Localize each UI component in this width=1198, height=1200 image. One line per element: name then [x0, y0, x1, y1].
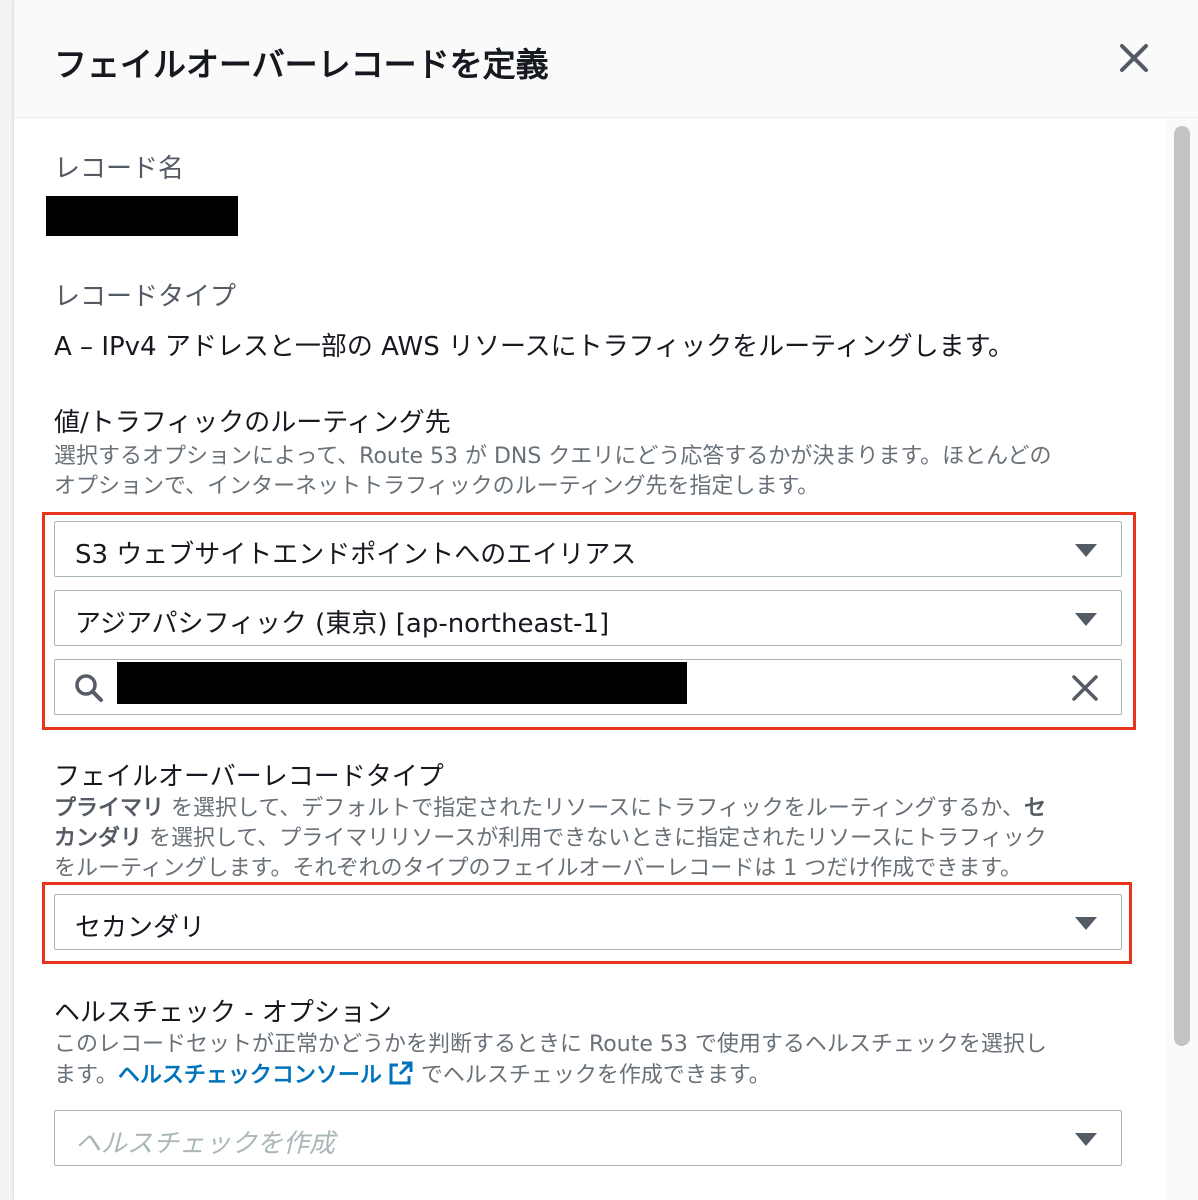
routing-desc-line2: オプションで、インターネットトラフィックのルーティング先を指定します。: [54, 474, 820, 499]
health-check-label: ヘルスチェック - オプション: [54, 998, 392, 1028]
health-check-description: このレコードセットが正常かどうかを判断するときに Route 53 で使用するヘ…: [54, 1030, 1124, 1095]
caret-down-icon: [1075, 1133, 1097, 1146]
modal-header: フェイルオーバーレコードを定義: [14, 0, 1198, 118]
background-page: [0, 0, 15, 1200]
close-icon[interactable]: [1114, 38, 1154, 78]
region-select[interactable]: アジアパシフィック (東京) [ap-northeast-1]: [54, 590, 1122, 646]
endpoint-type-value: S3 ウェブサイトエンドポイントへのエイリアス: [75, 540, 637, 570]
routing-target-label: 値/トラフィックのルーティング先: [54, 408, 451, 438]
failover-type-value: セカンダリ: [75, 913, 206, 943]
failover-desc-part1: を選択して、デフォルトで指定されたリソースにトラフィックをルーティングするか、: [164, 796, 1024, 821]
failover-desc-part2: を選択して、プライマリリソースが利用できないときに指定されたリソースにトラフィッ…: [142, 826, 1047, 851]
health-desc-line2a: ます。: [54, 1063, 118, 1088]
caret-down-icon: [1075, 544, 1097, 557]
health-desc-line1: このレコードセットが正常かどうかを判断するときに Route 53 で使用するヘ…: [54, 1032, 1047, 1057]
secondary-term-a: セ: [1023, 796, 1046, 821]
record-name-value-redacted: [46, 196, 238, 236]
failover-type-description: プライマリ を選択して、デフォルトで指定されたリソースにトラフィックをルーティン…: [54, 794, 1124, 884]
scrollbar-thumb[interactable]: [1174, 126, 1190, 1046]
health-check-placeholder: ヘルスチェックを作成: [75, 1129, 336, 1159]
scrollbar[interactable]: [1166, 118, 1198, 1200]
primary-term: プライマリ: [54, 796, 165, 821]
region-value: アジアパシフィック (東京) [ap-northeast-1]: [75, 609, 610, 639]
health-check-console-link[interactable]: ヘルスチェックコンソール: [118, 1063, 382, 1088]
routing-target-description: 選択するオプションによって、Route 53 が DNS クエリにどう応答するか…: [54, 442, 1124, 502]
secondary-term-b: カンダリ: [54, 826, 143, 851]
caret-down-icon: [1075, 917, 1097, 930]
record-type-value: A – IPv4 アドレスと一部の AWS リソースにトラフィックをルーティング…: [54, 332, 1014, 362]
failover-type-select[interactable]: セカンダリ: [54, 894, 1122, 950]
caret-down-icon: [1075, 613, 1097, 626]
failover-type-label: フェイルオーバーレコードタイプ: [54, 762, 444, 792]
health-check-select[interactable]: ヘルスチェックを作成: [54, 1110, 1122, 1166]
health-desc-line2b: でヘルスチェックを作成できます。: [413, 1063, 771, 1088]
external-link-icon[interactable]: [388, 1060, 414, 1095]
clear-icon[interactable]: [1069, 672, 1101, 708]
endpoint-search-value-redacted: [117, 662, 687, 704]
record-name-label: レコード名: [54, 154, 185, 184]
failover-desc-line3: をルーティングします。それぞれのタイプのフェイルオーバーレコードは 1 つだけ作…: [54, 856, 1023, 881]
routing-desc-line1: 選択するオプションによって、Route 53 が DNS クエリにどう応答するか…: [54, 444, 1052, 469]
endpoint-type-select[interactable]: S3 ウェブサイトエンドポイントへのエイリアス: [54, 521, 1122, 577]
endpoint-search-input[interactable]: [54, 659, 1122, 715]
record-type-label: レコードタイプ: [54, 282, 237, 312]
search-icon: [73, 672, 105, 708]
failover-record-modal: フェイルオーバーレコードを定義 レコード名 レコードタイプ A – IPv4 ア…: [14, 0, 1198, 1200]
modal-title: フェイルオーバーレコードを定義: [54, 45, 549, 84]
modal-content: レコード名 レコードタイプ A – IPv4 アドレスと一部の AWS リソース…: [14, 118, 1164, 1200]
